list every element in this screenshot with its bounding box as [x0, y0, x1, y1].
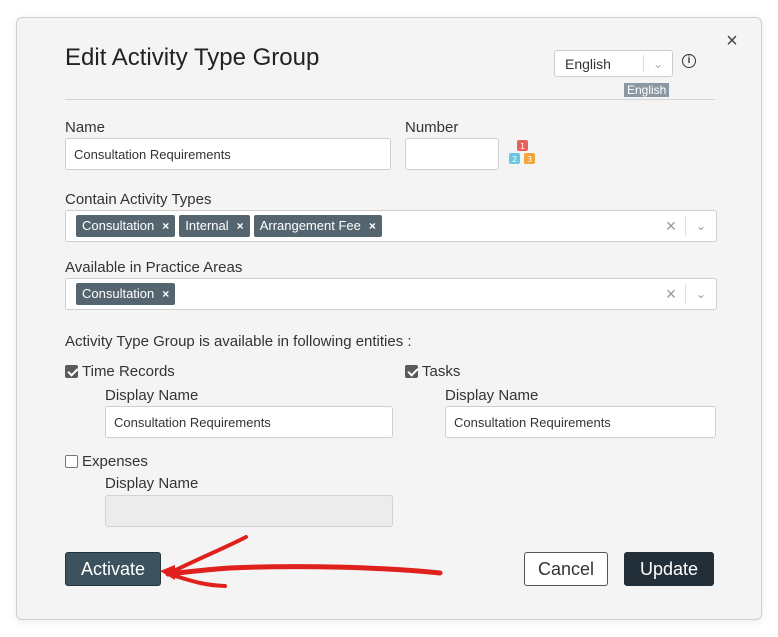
annotation-arrow — [160, 535, 443, 588]
